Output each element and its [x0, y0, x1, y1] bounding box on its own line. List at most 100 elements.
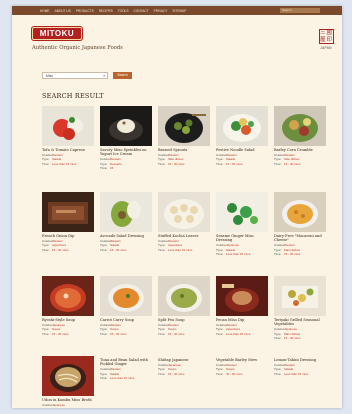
nav-search-input[interactable]: Search: [280, 8, 320, 13]
cuisine-value[interactable]: Western: [168, 239, 179, 243]
search-button[interactable]: Search: [113, 72, 132, 79]
recipe-title[interactable]: Tuna and Bean Salad with Pickled Ginger: [100, 358, 152, 367]
kochia-photo[interactable]: [158, 192, 210, 232]
time-value[interactable]: Less than 15 mins: [284, 372, 308, 376]
type-value[interactable]: Appetizers: [168, 243, 182, 247]
time-value[interactable]: 15 - 30 mins: [110, 248, 127, 252]
recipe-card[interactable]: Ryoshi-Style Soup Cuisine:Japanese Type: So…: [42, 276, 94, 336]
recipe-title[interactable]: Dairy-Free "Macaroni and Cheese": [274, 234, 326, 243]
type-value[interactable]: Salads: [52, 157, 61, 161]
nav-item-about-us[interactable]: ABOUT US: [55, 9, 71, 13]
caprese-photo[interactable]: [42, 106, 94, 146]
noodle-salad-photo[interactable]: [216, 106, 268, 146]
type-value[interactable]: Soups: [168, 327, 177, 331]
udon-photo[interactable]: [42, 356, 94, 396]
type-value[interactable]: Salads: [226, 157, 235, 161]
time-value[interactable]: 15 - 30 mins: [168, 372, 185, 376]
cuisine-value[interactable]: Western: [110, 239, 121, 243]
cuisine-value[interactable]: Western: [226, 363, 237, 367]
recipe-card[interactable]: Pecan Miso Dip Cuisine:Western Type: Appeti…: [216, 276, 268, 336]
cuisine-value[interactable]: Western: [284, 363, 295, 367]
carrot-soup-photo[interactable]: [100, 276, 152, 316]
recipe-card[interactable]: Tofu & Tomato Caprese Cuisine:Western Type…: [42, 106, 94, 166]
recipe-card[interactable]: Sesame Ginger Miso Dressing Cuisine:Japan…: [216, 192, 268, 256]
onion-dip-photo[interactable]: [42, 192, 94, 232]
cuisine-value[interactable]: Western: [52, 239, 63, 243]
recipe-card[interactable]: Lemon-Tahini Dressing Cuisine:Western Type…: [274, 356, 326, 376]
type-value[interactable]: Main dishes: [284, 248, 300, 252]
recipe-card[interactable]: Vegetable Barley Stew Cuisine:Western Type…: [216, 356, 268, 376]
type-value[interactable]: Soups: [226, 367, 235, 371]
time-value[interactable]: 15 - 30 mins: [284, 252, 301, 256]
nav-item-contact[interactable]: CONTACT: [133, 9, 148, 13]
type-value[interactable]: Soups: [52, 327, 61, 331]
cuisine-value[interactable]: Japanese: [226, 243, 239, 247]
mac-cheese-photo[interactable]: [274, 192, 326, 232]
recipe-card[interactable]: Avocado Salad Dressing Cuisine:Western Typ…: [100, 192, 152, 252]
grilled-veg-photo[interactable]: [274, 276, 326, 316]
recipe-title[interactable]: Sesame Ginger Miso Dressing: [216, 234, 268, 243]
type-value[interactable]: Appetizers: [52, 243, 66, 247]
recipe-title[interactable]: French Onion Dip: [42, 234, 94, 238]
type-value[interactable]: Desserts: [110, 162, 122, 166]
cuisine-value[interactable]: Western: [110, 367, 121, 371]
cuisine-value[interactable]: Western: [168, 323, 179, 327]
time-value[interactable]: Less than 15 mins: [226, 252, 250, 256]
time-value[interactable]: 15: [110, 166, 113, 170]
cuisine-value[interactable]: Western: [110, 323, 121, 327]
time-value[interactable]: 30 - 60 mins: [226, 372, 243, 376]
cuisine-value[interactable]: Japanese: [168, 363, 181, 367]
recipe-title[interactable]: Avocado Salad Dressing: [100, 234, 152, 238]
nav-item-products[interactable]: PRODUCTS: [76, 9, 94, 13]
dressing-photo[interactable]: [216, 192, 268, 232]
pecan-dip-photo[interactable]: [216, 276, 268, 316]
time-value[interactable]: 15 - 30 mins: [226, 162, 243, 166]
type-value[interactable]: Main dishes: [284, 332, 300, 336]
time-value[interactable]: 15 - 30 mins: [52, 248, 69, 252]
cuisine-value[interactable]: Japanese: [52, 403, 65, 407]
recipe-card[interactable]: Dairy-Free "Macaroni and Cheese" Cuisine:…: [274, 192, 326, 256]
recipe-title[interactable]: Braised Sprouts: [158, 148, 210, 152]
time-value[interactable]: 15 - 30 mins: [168, 332, 185, 336]
recipe-title[interactable]: Lemon-Tahini Dressing: [274, 358, 326, 362]
recipe-title[interactable]: Udon in Kombu Miso Broth: [42, 398, 94, 402]
recipe-card[interactable]: Split Pea Soup Cuisine:Western Type: Soups T…: [158, 276, 210, 336]
type-value[interactable]: Salads: [110, 372, 119, 376]
recipe-title[interactable]: Shiitap Japanese: [158, 358, 210, 362]
recipe-card[interactable]: Carrot Curry Soup Cuisine:Western Type: Sou…: [100, 276, 152, 336]
recipe-title[interactable]: Savory Miso Sprinkles on Yogurt Ice Crea…: [100, 148, 152, 157]
time-value[interactable]: Less than 15 mins: [168, 248, 192, 252]
mitoku-logo[interactable]: MITOKU: [32, 27, 82, 40]
recipe-card[interactable]: Stuffed Kochia Leaves Cuisine:Western Type…: [158, 192, 210, 252]
avocado-photo[interactable]: [100, 192, 152, 232]
recipe-title[interactable]: Barley Corn Crumble: [274, 148, 326, 152]
type-value[interactable]: Soups: [52, 407, 61, 408]
recipe-title[interactable]: Tofu & Tomato Caprese: [42, 148, 94, 152]
recipe-card[interactable]: Barley Corn Crumble Cuisine:Western Type: S…: [274, 106, 326, 166]
recipe-card[interactable]: Festive Noodle Salad Cuisine:Western Type:…: [216, 106, 268, 166]
type-value[interactable]: Appetizers: [226, 327, 240, 331]
nav-item-sitemap[interactable]: SITEMAP: [172, 9, 186, 13]
cuisine-value[interactable]: Western: [168, 153, 179, 157]
recipe-card[interactable]: Teriyaki Grilled Seasonal Vegetables Cuis…: [274, 276, 326, 340]
recipe-card[interactable]: Shiitap Japanese Cuisine:Japanese Type: Sou…: [158, 356, 210, 376]
pea-soup-photo[interactable]: [158, 276, 210, 316]
type-value[interactable]: Side dishes: [168, 157, 184, 161]
cuisine-value[interactable]: Western: [226, 153, 237, 157]
crumble-photo[interactable]: [274, 106, 326, 146]
nav-item-recipes[interactable]: RECIPES: [99, 9, 113, 13]
time-value[interactable]: 15 - 30 mins: [284, 162, 301, 166]
type-value[interactable]: Soups: [110, 327, 119, 331]
cuisine-value[interactable]: Western: [284, 153, 295, 157]
recipe-title[interactable]: Stuffed Kochia Leaves: [158, 234, 210, 238]
recipe-title[interactable]: Vegetable Barley Stew: [216, 358, 268, 362]
recipe-card[interactable]: Tuna and Bean Salad with Pickled Ginger C…: [100, 356, 152, 380]
recipe-title[interactable]: Festive Noodle Salad: [216, 148, 268, 152]
recipe-search-select[interactable]: Miso ▾: [42, 72, 108, 79]
time-value[interactable]: 15 - 30 mins: [284, 336, 301, 340]
cuisine-value[interactable]: Japanese: [284, 327, 297, 331]
recipe-card[interactable]: Udon in Kombu Miso Broth Cuisine:Japanese…: [42, 356, 94, 408]
type-value[interactable]: Side dishes: [284, 157, 300, 161]
ryoshi-soup-photo[interactable]: [42, 276, 94, 316]
time-value[interactable]: 15 - 30 mins: [52, 332, 69, 336]
